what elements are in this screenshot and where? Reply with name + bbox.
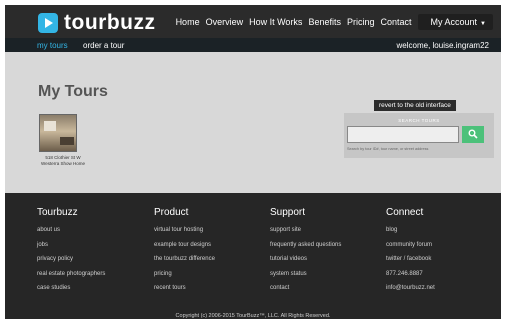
search-icon	[468, 129, 478, 139]
footer-heading: Connect	[386, 207, 424, 218]
search-tours-panel: SEARCH TOURS Search by tour ID#, tour na…	[344, 113, 494, 158]
main-content: My Tours 518 Clothier St W Westerra Show…	[5, 52, 501, 193]
footer-link-tourbuzz-difference[interactable]: the tourbuzz difference	[154, 256, 215, 271]
subnav-order-a-tour[interactable]: order a tour	[83, 41, 124, 50]
footer-link-faq[interactable]: frequently asked questions	[270, 242, 341, 257]
footer-link-virtual-tour-hosting[interactable]: virtual tour hosting	[154, 227, 215, 242]
footer-link-tutorial-videos[interactable]: tutorial videos	[270, 256, 341, 271]
page-title: My Tours	[38, 83, 108, 100]
logo[interactable]: tourbuzz	[38, 11, 156, 34]
logo-mark-icon	[38, 13, 58, 33]
search-button[interactable]	[462, 126, 484, 143]
nav-home[interactable]: Home	[176, 17, 200, 27]
footer-link-blog[interactable]: blog	[386, 227, 435, 242]
footer-link-privacy-policy[interactable]: privacy policy	[37, 256, 105, 271]
top-navigation-bar: tourbuzz Home Overview How It Works Bene…	[5, 5, 501, 38]
footer-column-connect: Connect blog community forum twitter / f…	[386, 207, 435, 300]
footer-column-tourbuzz: Tourbuzz about us jobs privacy policy re…	[37, 207, 105, 300]
footer-phone[interactable]: 877.246.8887	[386, 271, 435, 286]
sub-navigation-bar: my tours order a tour welcome, louise.in…	[5, 38, 501, 52]
footer-link-support-site[interactable]: support site	[270, 227, 341, 242]
footer-column-product: Product virtual tour hosting example tou…	[154, 207, 215, 300]
nav-contact[interactable]: Contact	[380, 17, 411, 27]
search-title: SEARCH TOURS	[398, 118, 440, 123]
my-account-button[interactable]: My Account ▼	[417, 14, 493, 30]
footer-heading: Product	[154, 207, 189, 218]
footer-link-system-status[interactable]: system status	[270, 271, 341, 286]
nav-pricing[interactable]: Pricing	[347, 17, 375, 27]
footer-link-real-estate-photographers[interactable]: real estate photographers	[37, 271, 105, 286]
search-hint: Search by tour ID#, tour name, or street…	[347, 147, 429, 151]
footer-heading: Tourbuzz	[37, 207, 78, 218]
copyright: Copyright (c) 2006-2015 TourBuzz™, LLC. …	[175, 313, 331, 319]
footer-link-pricing[interactable]: pricing	[154, 271, 215, 286]
footer-column-support: Support support site frequently asked qu…	[270, 207, 341, 300]
footer-email[interactable]: info@tourbuzz.net	[386, 285, 435, 300]
main-nav: Home Overview How It Works Benefits Pric…	[170, 14, 493, 30]
revert-interface-button[interactable]: revert to the old interface	[374, 100, 456, 111]
tour-caption[interactable]: 518 Clothier St W Westerra Show Home	[33, 155, 93, 167]
footer-link-example-tour-designs[interactable]: example tour designs	[154, 242, 215, 257]
my-account-label: My Account	[430, 17, 478, 27]
nav-how-it-works[interactable]: How It Works	[249, 17, 302, 27]
search-input[interactable]	[347, 126, 459, 143]
footer-link-contact[interactable]: contact	[270, 285, 341, 300]
tour-thumbnail[interactable]	[39, 114, 77, 152]
nav-overview[interactable]: Overview	[206, 17, 244, 27]
footer-link-twitter-facebook[interactable]: twitter / facebook	[386, 256, 435, 271]
footer-link-recent-tours[interactable]: recent tours	[154, 285, 215, 300]
logo-text: tourbuzz	[64, 11, 156, 34]
welcome-message: welcome, louise.ingram22	[396, 41, 490, 50]
footer-link-case-studies[interactable]: case studies	[37, 285, 105, 300]
footer-heading: Support	[270, 207, 306, 218]
tour-name: Westerra Show Home	[41, 160, 85, 166]
subnav-my-tours[interactable]: my tours	[37, 41, 68, 50]
footer-link-jobs[interactable]: jobs	[37, 242, 105, 257]
footer: Tourbuzz about us jobs privacy policy re…	[5, 193, 501, 319]
nav-benefits[interactable]: Benefits	[308, 17, 341, 27]
footer-link-about-us[interactable]: about us	[37, 227, 105, 242]
chevron-down-icon: ▼	[480, 21, 486, 27]
footer-link-community-forum[interactable]: community forum	[386, 242, 435, 257]
